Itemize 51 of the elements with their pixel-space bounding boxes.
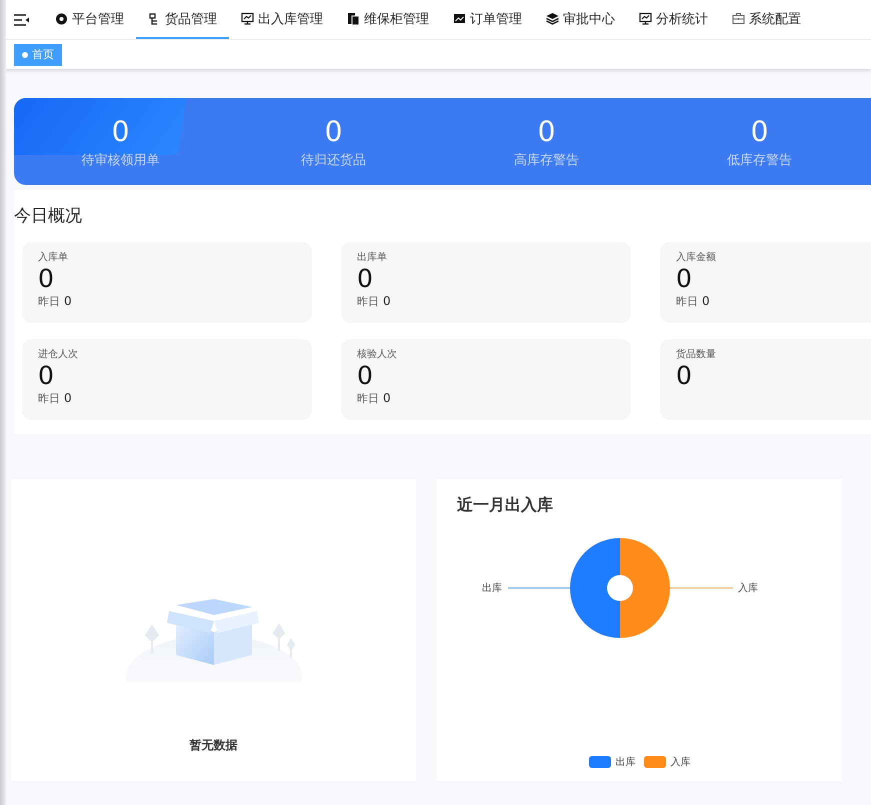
legend-label: 入库: [670, 756, 690, 769]
nav-tab[interactable]: 平台管理: [43, 0, 136, 39]
monitor-chart-icon: [639, 12, 652, 25]
yesterday-label: 昨日: [357, 294, 379, 309]
empty-message: 暂无数据: [190, 737, 238, 754]
stat-value: 0: [750, 114, 768, 148]
nav-tab[interactable]: 订单管理: [441, 0, 534, 39]
yesterday-value: 0: [64, 391, 72, 405]
nav-tab[interactable]: 分析统计: [627, 0, 720, 39]
stat-value: 0: [112, 114, 130, 148]
slice-label: 出库: [482, 582, 502, 595]
yesterday-value: 0: [64, 294, 72, 308]
stat-label: 高库存警告: [514, 152, 579, 168]
chart-icon: [453, 12, 466, 25]
stat-label: 出库单: [357, 250, 387, 264]
slice-label: 入库: [738, 582, 758, 595]
stat-label: 入库金额: [676, 250, 716, 264]
chart-title: 近一月出入库: [457, 495, 554, 516]
stat-value: 0: [38, 361, 54, 391]
stat-value: 0: [676, 264, 692, 294]
yesterday-value: 0: [383, 391, 391, 405]
nav-tab[interactable]: 维保柜管理: [335, 0, 441, 39]
layers-icon: [546, 12, 559, 25]
stat-value: 0: [676, 361, 692, 391]
nav-tab[interactable]: 审批中心: [534, 0, 627, 39]
toolbox-icon: [732, 12, 745, 25]
yesterday-label: 昨日: [38, 294, 60, 309]
legend-label: 出库: [616, 756, 636, 769]
stat-label: 入库单: [38, 250, 68, 264]
stat-value: 0: [38, 264, 54, 294]
stat-value: 0: [357, 264, 373, 294]
stat-value: 0: [538, 114, 556, 148]
yesterday-value: 0: [702, 294, 710, 308]
nav-tab[interactable]: 出入库管理: [229, 0, 335, 39]
stat-label: 进仓人次: [38, 348, 78, 361]
stat-label: 货品数量: [676, 348, 716, 361]
yesterday-label: 昨日: [676, 294, 698, 309]
stat-label: 待归还货品: [301, 152, 366, 168]
nav-tab[interactable]: 系统配置: [720, 0, 813, 39]
yesterday-value: 0: [383, 294, 391, 308]
section-title: 今日概况: [14, 205, 83, 227]
documents-icon: [347, 12, 360, 25]
stat-label: 低库存警告: [727, 152, 792, 168]
stat-label: 核验人次: [357, 348, 397, 361]
yesterday-label: 昨日: [357, 391, 379, 406]
stat-value: 0: [324, 114, 342, 148]
yesterday-label: 昨日: [38, 391, 60, 406]
stat-value: 0: [357, 361, 373, 391]
stat-label: 待审核领用单: [82, 152, 160, 168]
monitor-chart-icon: [241, 12, 254, 25]
menu-icon[interactable]: [14, 14, 29, 26]
